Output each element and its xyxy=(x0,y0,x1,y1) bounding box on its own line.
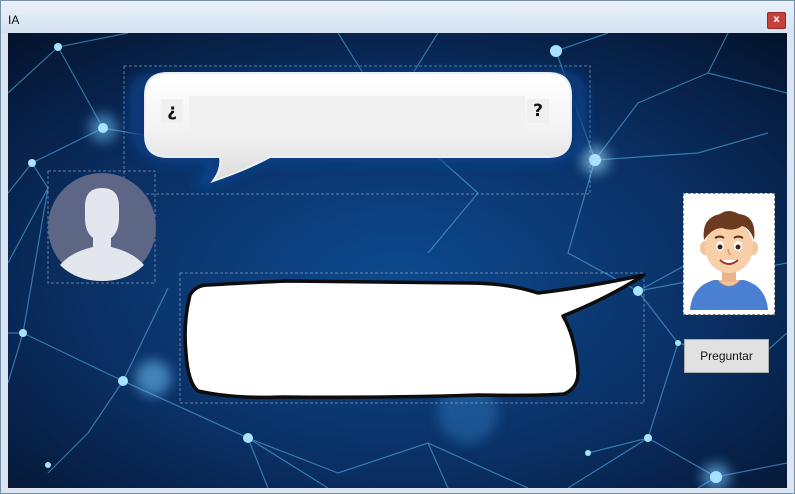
cartoon-boy-avatar-icon xyxy=(687,198,771,310)
question-input[interactable] xyxy=(189,96,525,130)
answer-text xyxy=(213,311,543,381)
window-title: IA xyxy=(8,13,20,27)
ask-button[interactable]: Preguntar xyxy=(684,339,769,373)
close-icon: x xyxy=(773,14,780,25)
question-open-mark: ¿ xyxy=(161,99,183,123)
title-bar: IA x xyxy=(1,1,794,33)
bot-avatar-frame xyxy=(683,193,775,315)
close-button[interactable]: x xyxy=(767,12,786,29)
main-panel: ¿ ? Preguntar xyxy=(8,33,787,488)
question-close-mark: ? xyxy=(527,99,549,123)
app-window: IA x ¿ ? Preguntar xyxy=(0,0,795,494)
user-avatar xyxy=(48,173,156,281)
